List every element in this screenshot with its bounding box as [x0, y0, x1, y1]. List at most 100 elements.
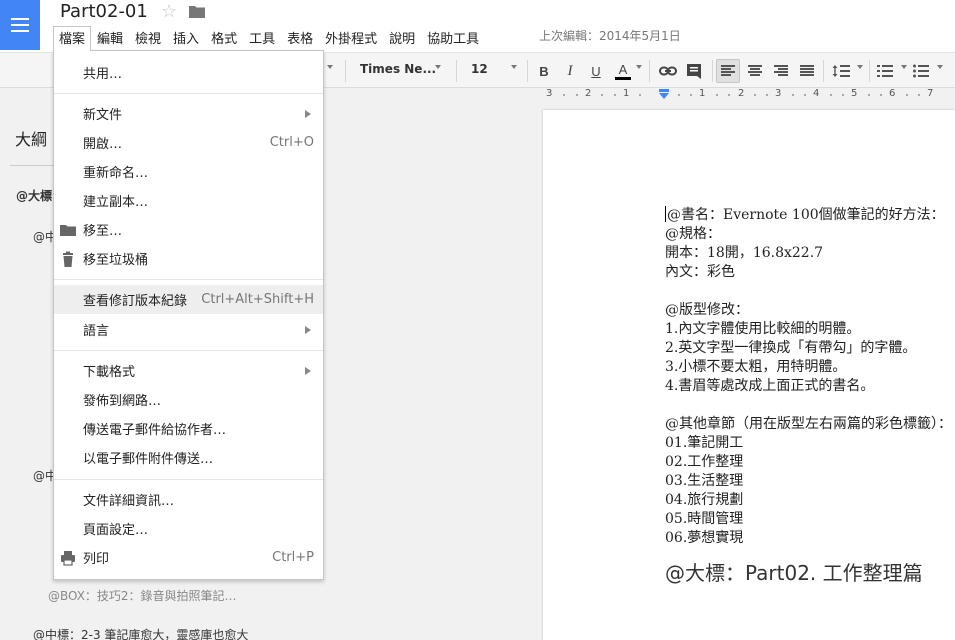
menu-tools[interactable]: 工具	[243, 26, 281, 50]
submenu-arrow-icon	[305, 325, 311, 334]
ruler-tick	[830, 94, 832, 96]
menu-item-email-collaborators[interactable]: 傳送電子郵件給協作者…	[54, 414, 323, 443]
document-page[interactable]: @書名：Evernote 100個做筆記的好方法： @規格： 開本：18開，16…	[543, 110, 955, 640]
menu-help[interactable]: 說明	[383, 26, 421, 50]
menu-item-share[interactable]: 共用…	[54, 58, 323, 87]
menu-divider	[54, 350, 323, 351]
menu-item-publish-to-web[interactable]: 發佈到網路…	[54, 385, 323, 414]
bold-button[interactable]: B	[532, 59, 556, 83]
doc-line: 開本：18開，16.8x22.7	[665, 245, 824, 261]
shortcut-label: Ctrl+P	[272, 550, 314, 565]
menu-bar: 檔案 編輯 檢視 插入 格式 工具 表格 外掛程式 說明 協助工具	[53, 26, 485, 51]
align-center-button[interactable]	[743, 59, 767, 83]
outline-item[interactable]: @BOX：技巧2：錄音與拍照筆記…	[48, 587, 237, 604]
ruler-tick	[678, 94, 680, 96]
toolbar-divider	[823, 60, 824, 82]
doc-line: 02.工作整理	[665, 454, 744, 470]
doc-line: 01.筆記開工	[665, 435, 744, 451]
document-body[interactable]: @書名：Evernote 100個做筆記的好方法： @規格： 開本：18開，16…	[665, 206, 955, 586]
ruler-tick	[601, 94, 603, 96]
ruler-label: 2	[738, 88, 745, 99]
menu-view[interactable]: 檢視	[129, 26, 167, 50]
shortcut-label: Ctrl+O	[269, 135, 314, 150]
menu-item-open[interactable]: 開啟… Ctrl+O	[54, 128, 323, 157]
doc-line: 1.內文字體使用比較細的明體。	[665, 321, 861, 337]
doc-heading: @大標：Part02. 工作整理篇	[665, 561, 923, 585]
doc-line: 內文：彩色	[665, 264, 735, 280]
font-family-dropdown[interactable]: Times Ne...	[360, 62, 436, 76]
ruler-tick	[766, 94, 768, 96]
docs-home-icon[interactable]	[0, 0, 40, 50]
align-left-icon	[721, 65, 735, 77]
menu-item-move-to-trash[interactable]: 移至垃圾桶	[54, 244, 323, 273]
line-spacing-icon	[832, 65, 850, 77]
numbered-list-icon	[877, 65, 893, 77]
line-spacing-button[interactable]	[829, 59, 853, 83]
outline-title: 大綱	[15, 130, 48, 149]
doc-line: @書名：Evernote 100個做筆記的好方法：	[665, 206, 945, 223]
outline-item[interactable]: @大標	[16, 187, 52, 204]
align-right-button[interactable]	[769, 59, 793, 83]
menu-format[interactable]: 格式	[205, 26, 243, 50]
menu-item-revision-history[interactable]: 查看修訂版本紀錄 Ctrl+Alt+Shift+H	[54, 285, 323, 314]
insert-link-button[interactable]	[656, 59, 680, 83]
font-size-dropdown[interactable]: 12	[471, 62, 488, 76]
ruler-label: 1	[699, 88, 706, 99]
submenu-arrow-icon	[305, 109, 311, 118]
insert-comment-button[interactable]	[682, 59, 706, 83]
numbered-list-button[interactable]	[873, 59, 897, 83]
trash-icon	[63, 251, 73, 267]
menu-item-language[interactable]: 語言	[54, 315, 323, 344]
submenu-arrow-icon	[305, 366, 311, 375]
menu-accessibility[interactable]: 協助工具	[421, 26, 485, 50]
bulleted-list-icon	[913, 64, 929, 78]
doc-line: @規格：	[665, 226, 721, 242]
ruler-tick	[792, 94, 794, 96]
doc-line: @其他章節（用在版型左右兩篇的彩色標籤）：	[665, 416, 952, 432]
doc-header: Part02-01 ☆ 檔案 編輯 檢視 插入 格式 工具 表格 外掛程式 說明…	[0, 0, 955, 52]
ruler-tick	[690, 94, 692, 96]
chevron-down-icon	[511, 65, 517, 69]
align-justify-button[interactable]	[795, 59, 819, 83]
toolbar-divider	[869, 60, 870, 82]
menu-item-move-to[interactable]: 移至…	[54, 215, 323, 244]
doc-line: 4.書眉等處改成上面正式的書名。	[665, 378, 875, 394]
menu-item-print[interactable]: 列印 Ctrl+P	[54, 543, 323, 572]
menu-item-download-as[interactable]: 下載格式	[54, 356, 323, 385]
menu-item-document-details[interactable]: 文件詳細資訊…	[54, 485, 323, 514]
menu-item-email-attachment[interactable]: 以電子郵件附件傳送…	[54, 443, 323, 472]
outline-item[interactable]: @中標：2-3 筆記庫愈大，靈感庫也愈大	[33, 626, 248, 640]
menu-item-make-copy[interactable]: 建立副本…	[54, 186, 323, 215]
align-justify-icon	[800, 65, 814, 77]
document-title[interactable]: Part02-01	[60, 1, 148, 22]
ruler[interactable]: 3 2 1 1 2 3 4 5 6 7	[538, 88, 955, 102]
doc-line	[665, 282, 955, 301]
align-center-icon	[748, 65, 762, 77]
indent-marker-icon[interactable]	[659, 89, 669, 99]
ruler-tick	[918, 94, 920, 96]
underline-button[interactable]: U	[584, 59, 608, 83]
text-color-button[interactable]: A	[611, 59, 635, 83]
bulleted-list-button[interactable]	[909, 59, 933, 83]
toolbar-divider	[527, 60, 528, 82]
menu-item-page-setup[interactable]: 頁面設定…	[54, 514, 323, 543]
menu-edit[interactable]: 編輯	[91, 26, 129, 50]
last-edit-link[interactable]: 上次編輯：2014年5月1日	[539, 27, 681, 44]
star-icon[interactable]: ☆	[161, 1, 177, 22]
menu-table[interactable]: 表格	[281, 26, 319, 50]
menu-insert[interactable]: 插入	[167, 26, 205, 50]
menu-file[interactable]: 檔案	[53, 26, 92, 51]
folder-icon[interactable]	[189, 5, 205, 18]
italic-button[interactable]: I	[558, 59, 582, 83]
comment-icon	[687, 64, 701, 79]
ruler-tick	[614, 94, 616, 96]
toolbar-divider	[712, 60, 713, 82]
ruler-label: 3	[775, 88, 782, 99]
menu-item-new[interactable]: 新文件	[54, 99, 323, 128]
ruler-label: 5	[851, 88, 858, 99]
menu-addons[interactable]: 外掛程式	[319, 26, 383, 50]
ruler-tick	[880, 94, 882, 96]
align-left-button[interactable]	[716, 59, 740, 83]
style-dropdown-caret[interactable]	[327, 65, 333, 69]
menu-item-rename[interactable]: 重新命名…	[54, 157, 323, 186]
